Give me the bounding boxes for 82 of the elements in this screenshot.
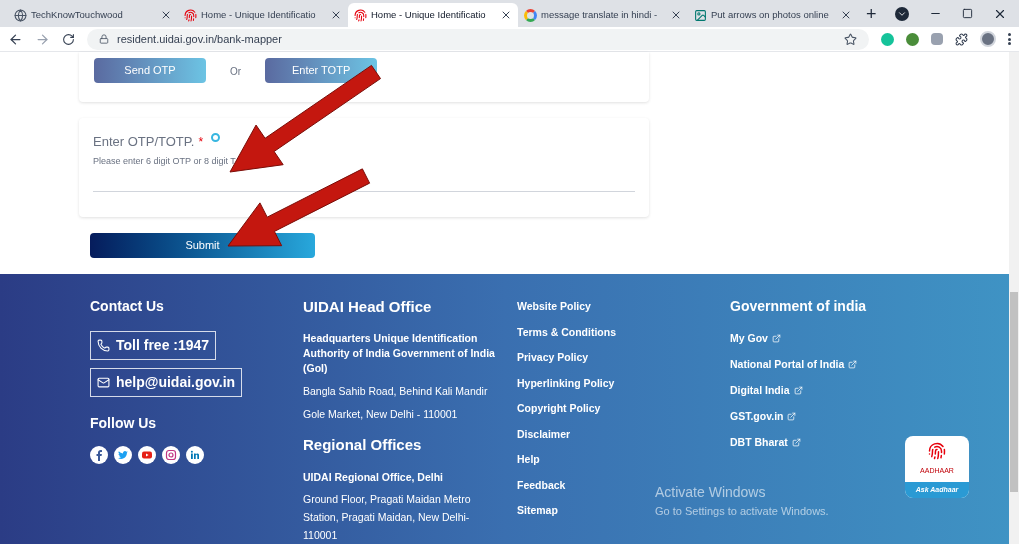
close-icon[interactable] [160,9,172,21]
external-link-icon [848,359,858,369]
fingerprint-icon [928,442,946,460]
browser-tab[interactable]: Home - Unique Identificatio [348,3,518,27]
address-line: UIDAI Regional Office, Delhi [303,470,445,485]
field-label: Enter OTP/TOTP. [93,133,195,151]
back-icon[interactable] [8,31,23,47]
reload-icon[interactable] [62,32,75,46]
footer-heading: Follow Us [90,414,158,433]
footer-link[interactable]: Terms & Conditions [517,323,616,340]
external-link[interactable]: My Gov [730,330,781,346]
external-link-icon [787,411,797,421]
tab-title: Put arrows on photos online [711,7,830,22]
footer-link[interactable]: Privacy Policy [517,349,589,366]
footer-link[interactable]: Help [517,451,540,468]
external-link-icon [793,385,803,395]
play-icon[interactable] [138,446,156,464]
activation-notice-text: Go to Settings to activate Windows. [655,504,829,519]
external-link-icon [791,437,801,447]
lock-icon [99,34,109,44]
instagram-icon[interactable] [162,446,180,464]
bookmark-star-icon[interactable] [844,32,857,46]
profile-avatar[interactable] [980,31,996,47]
facebook-icon[interactable] [90,446,108,464]
or-separator: Or [230,65,242,79]
scrollbar[interactable] [1009,52,1019,544]
email-button[interactable]: help@uidai.gov.in [90,368,243,397]
toll-free-button[interactable]: Toll free :1947 [90,331,217,360]
fingerprint-icon [184,8,197,22]
footer-link[interactable]: Disclaimer [517,425,571,442]
close-icon[interactable] [330,9,342,21]
image-icon [694,8,707,22]
address-bar[interactable]: resident.uidai.gov.in/bank-mapper [87,28,869,50]
footer-link[interactable]: Copyright Policy [517,400,601,417]
browser-tab[interactable]: Home - Unique Identificatio [178,3,348,27]
tab-search-button[interactable] [895,6,909,21]
close-icon[interactable] [840,9,852,21]
footer-link[interactable]: Feedback [517,476,566,493]
external-link[interactable]: DBT Bharat [730,434,801,450]
twitter-icon[interactable] [114,446,132,464]
address-line: Bangla Sahib Road, Behind Kali Mandir [303,383,489,399]
footer-heading: UIDAI Head Office [303,297,433,317]
required-mark: * [198,133,204,151]
close-icon[interactable] [500,9,512,21]
forward-icon[interactable] [35,31,50,47]
mail-icon [97,376,110,389]
footer-heading: Government of india [730,297,868,316]
browser-tab[interactable]: TechKnowTouchwood [8,3,178,27]
tab-title: Home - Unique Identificatio [371,7,487,22]
address-line: Headquarters Unique Identification Authority of India Government of India (GoI) [303,330,496,376]
tab-title: message translate in hindi - [541,7,659,22]
extensions-icon[interactable] [955,32,968,46]
close-icon[interactable] [670,9,682,21]
external-link[interactable]: National Portal of India [730,356,858,372]
external-link-icon [771,333,781,343]
tab-title: TechKnowTouchwood [31,7,124,22]
tab-title: Home - Unique Identificatio [201,7,317,22]
footer-link[interactable]: Website Policy [517,298,591,315]
footer-heading: Regional Offices [303,434,423,455]
external-link[interactable]: Digital India [730,382,803,398]
field-hint: Please enter 6 digit OTP or 8 digit T [93,154,237,168]
footer-link[interactable]: Sitemap [517,502,558,519]
browser-tab[interactable]: Put arrows on photos online [688,3,858,27]
send-otp-button[interactable]: Send OTP [94,58,206,83]
browser-tab[interactable]: message translate in hindi - [518,3,688,27]
footer-heading: Contact Us [90,297,165,316]
address-text: resident.uidai.gov.in/bank-mapper [117,31,283,47]
extension-icon[interactable] [906,32,919,46]
linkedin-icon[interactable] [186,446,204,464]
address-line: Gole Market, New Delhi - 110001 [303,406,459,422]
address-line: Ground Floor, Pragati Maidan Metro Station, Pragati Maidan, New Delhi-110001 [303,492,472,543]
extension-icon[interactable] [931,33,943,45]
fingerprint-icon [354,8,367,22]
activation-notice-title: Activate Windows [655,483,767,502]
footer-link[interactable]: Hyperlinking Policy [517,374,615,391]
restore-icon[interactable] [962,8,973,19]
external-link[interactable]: GST.gov.in [730,408,797,424]
phone-icon [97,339,110,352]
info-icon [211,133,221,143]
new-tab-button[interactable]: + [858,3,885,27]
globe-icon [14,8,27,22]
menu-icon[interactable] [1008,33,1011,45]
